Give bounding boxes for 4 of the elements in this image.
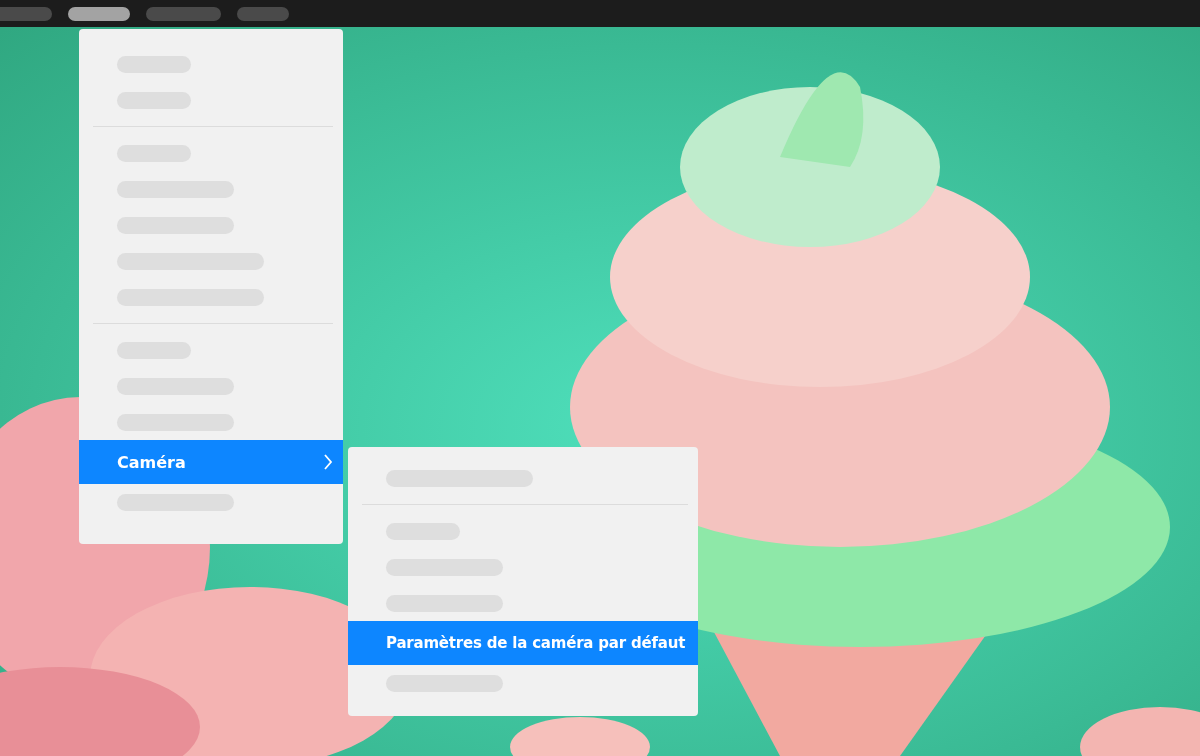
- menu-item[interactable]: Caméra: [79, 440, 343, 484]
- menu-title-placeholder[interactable]: [68, 6, 130, 21]
- menu-item[interactable]: Paramètres de la caméra par défaut: [348, 621, 698, 665]
- chevron-right-icon: [323, 454, 333, 470]
